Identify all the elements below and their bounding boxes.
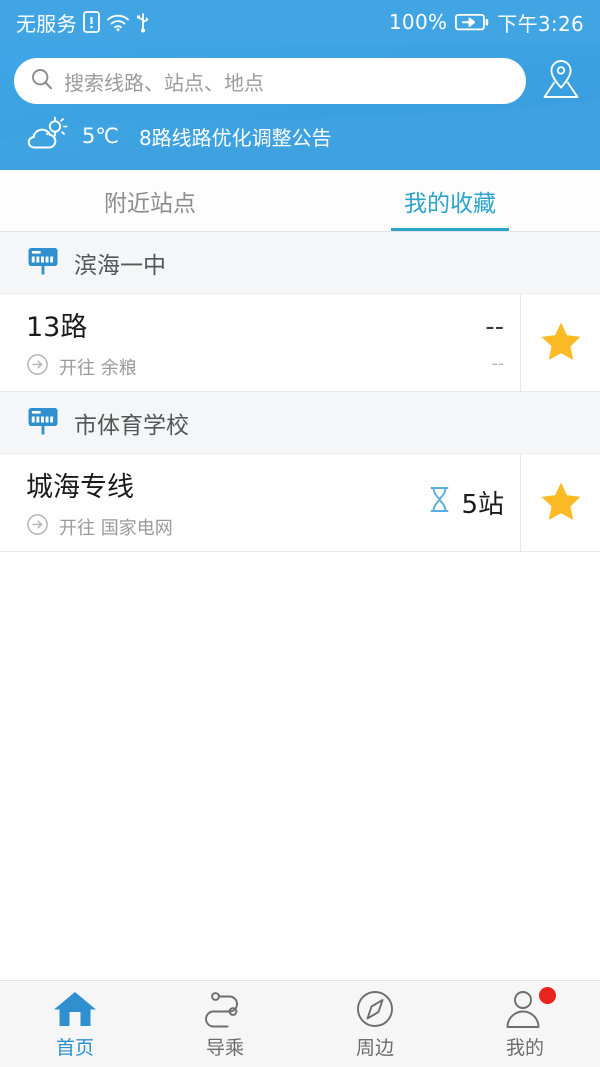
station-name: 滨海一中	[74, 252, 166, 279]
sim-card-alert-icon	[83, 11, 100, 33]
route-eta: -- --	[370, 312, 520, 374]
notice-label[interactable]: 8路线路优化调整公告	[139, 122, 332, 151]
star-filled-icon	[539, 479, 583, 527]
route-direction: 开往 国家电网	[26, 513, 370, 541]
route-direction-label: 开往 余粮	[59, 357, 137, 379]
station-header[interactable]: 滨海一中	[0, 232, 600, 294]
compass-icon	[352, 989, 398, 1029]
notification-badge-dot	[539, 986, 556, 1004]
route-eta: 5站	[370, 484, 520, 521]
wifi-icon	[106, 12, 130, 32]
star-filled-icon	[539, 319, 583, 367]
tab-my-favorites[interactable]: 我的收藏	[300, 170, 600, 231]
search-input[interactable]: 搜索线路、站点、地点	[14, 58, 526, 104]
route-row[interactable]: 13路 开往 余粮 -- --	[0, 294, 600, 392]
search-row: 搜索线路、站点、地点	[0, 58, 600, 104]
route-eta-secondary: --	[491, 353, 504, 374]
search-icon	[30, 67, 54, 95]
route-info: 城海专线 开往 国家电网	[26, 465, 370, 541]
temperature-label: 5℃	[82, 124, 119, 148]
route-direction: 开往 余粮	[26, 353, 370, 381]
map-pin-icon	[541, 58, 581, 104]
tab-my-favorites-label: 我的收藏	[404, 190, 496, 217]
bottom-navigation-bar: 首页 导乘 周边 我的	[0, 980, 600, 1067]
route-eta-primary-wrap: 5站	[428, 484, 504, 521]
bus-stop-sign-icon	[26, 244, 60, 282]
route-transfer-icon	[202, 989, 248, 1029]
station-header[interactable]: 市体育学校	[0, 392, 600, 454]
arrow-right-circle-icon	[26, 353, 49, 381]
nav-item-guide[interactable]: 导乘	[150, 989, 300, 1060]
home-icon	[52, 989, 98, 1029]
clock-label: 下午3:26	[497, 11, 584, 36]
app-header: 搜索线路、站点、地点 5℃ 8路线路优化调整公告	[0, 44, 600, 170]
nav-item-home[interactable]: 首页	[0, 989, 150, 1060]
usb-icon	[136, 11, 150, 33]
route-name: 城海专线	[26, 471, 134, 503]
favorites-list: 滨海一中 13路 开往 余粮 -- -- 市体育学校 城海专线 开往 国家电网 …	[0, 232, 600, 935]
nav-item-guide-label: 导乘	[205, 1036, 244, 1059]
empty-list-area	[0, 552, 600, 935]
route-direction-label: 开往 国家电网	[59, 517, 173, 539]
nav-item-home-label: 首页	[55, 1036, 94, 1059]
tab-bar: 附近站点 我的收藏	[0, 170, 600, 232]
favorite-star-button[interactable]	[520, 294, 600, 391]
weather-notice-row[interactable]: 5℃ 8路线路优化调整公告	[0, 104, 600, 170]
route-eta-value: 5站	[461, 490, 504, 520]
status-bar-right: 100% 下午3:26	[389, 8, 584, 37]
arrow-right-circle-icon	[26, 513, 49, 541]
battery-percent-label: 100%	[388, 10, 448, 34]
status-bar-left: 无服务	[16, 8, 150, 37]
person-icon	[502, 986, 556, 1029]
battery-charging-icon	[455, 13, 489, 32]
route-eta-primary: --	[485, 311, 504, 342]
favorite-star-button[interactable]	[520, 454, 600, 551]
nav-item-nearby[interactable]: 周边	[300, 989, 450, 1060]
carrier-label: 无服务	[16, 11, 77, 36]
nav-item-nearby-label: 周边	[355, 1036, 394, 1059]
bus-stop-sign-icon	[26, 404, 60, 442]
tab-nearby-stops-label: 附近站点	[104, 190, 196, 217]
status-bar: 无服务 100% 下午3:26	[0, 0, 600, 44]
route-row[interactable]: 城海专线 开往 国家电网 5站	[0, 454, 600, 552]
route-info: 13路 开往 余粮	[26, 305, 370, 381]
map-pin-button[interactable]	[536, 58, 586, 104]
tab-active-underline	[391, 228, 509, 231]
route-name: 13路	[26, 311, 88, 343]
tab-nearby-stops[interactable]: 附近站点	[0, 170, 300, 231]
search-placeholder: 搜索线路、站点、地点	[64, 70, 264, 95]
nav-item-profile-label: 我的	[505, 1036, 544, 1059]
hourglass-icon	[428, 486, 451, 520]
nav-item-profile[interactable]: 我的	[450, 986, 600, 1060]
station-name: 市体育学校	[74, 412, 189, 439]
sun-cloud-icon	[26, 116, 70, 156]
